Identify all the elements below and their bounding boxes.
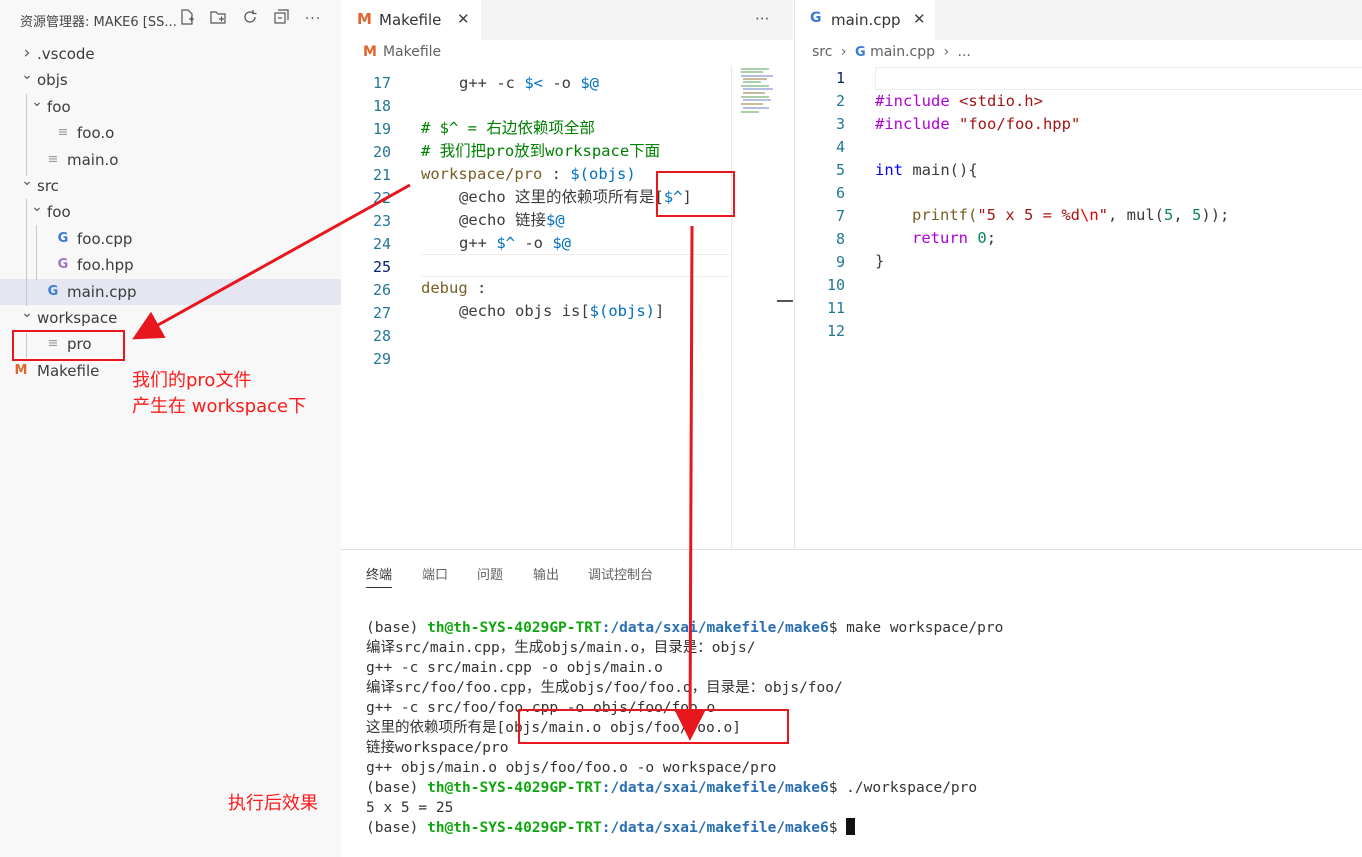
annotation-note-line: 我们的pro文件	[132, 370, 252, 391]
annotation-note-line: 产生在 workspace下	[132, 396, 307, 417]
annotation-note-result: 执行后效果	[228, 793, 318, 814]
annotation-arrow-pro	[132, 183, 411, 340]
annotation-arrows	[132, 183, 706, 741]
annotation-note-pro: 我们的pro文件 产生在 workspace下	[132, 368, 306, 420]
annotation-arrow-deps	[675, 225, 706, 741]
